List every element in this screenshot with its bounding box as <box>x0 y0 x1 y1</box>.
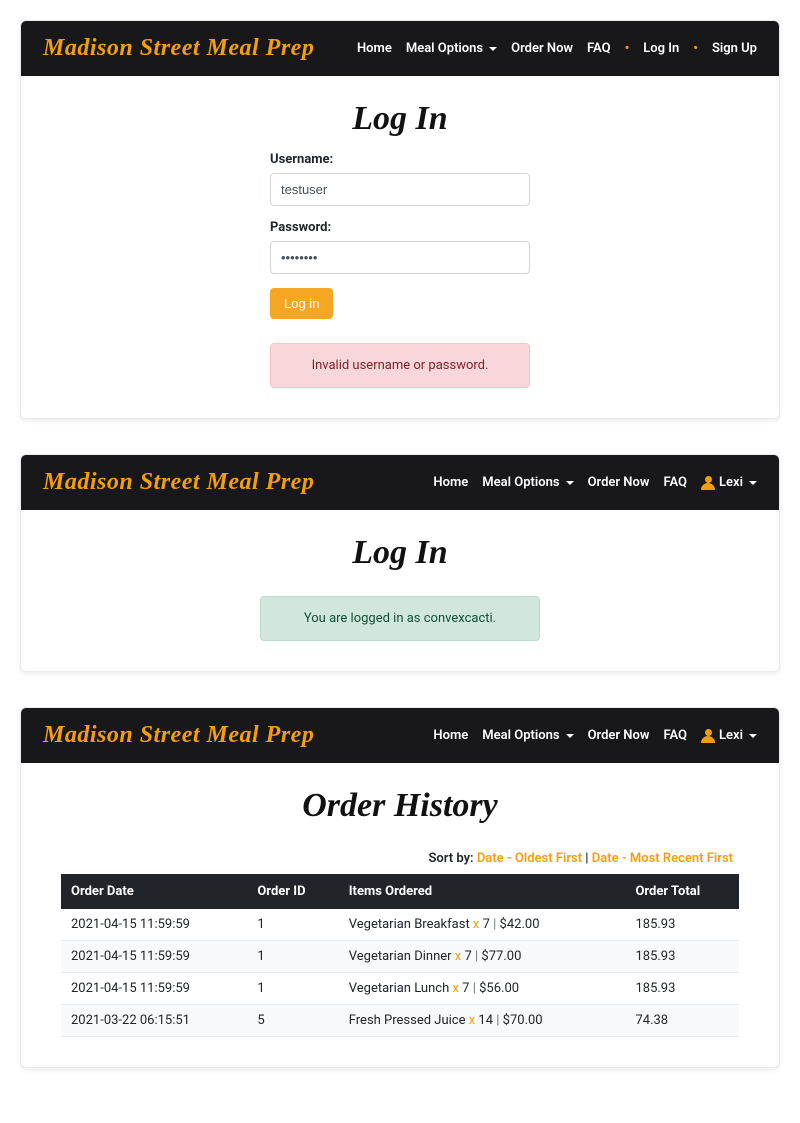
login-error-card: Madison Street Meal Prep Home Meal Optio… <box>20 20 780 419</box>
page-title: Log In <box>61 100 739 138</box>
navbar: Madison Street Meal Prep Home Meal Optio… <box>21 708 779 763</box>
cell-id: 5 <box>247 1005 338 1037</box>
cell-id: 1 <box>247 909 338 941</box>
nav-links: Home Meal Options Order Now FAQ Lexi <box>433 728 757 743</box>
password-label: Password: <box>270 220 530 235</box>
navbar: Madison Street Meal Prep Home Meal Optio… <box>21 21 779 76</box>
nav-order-now[interactable]: Order Now <box>588 728 650 743</box>
sort-label: Sort by: <box>428 851 473 866</box>
login-button[interactable]: Log in <box>270 288 333 319</box>
login-success-container: Log In You are logged in as convexcacti. <box>21 510 779 671</box>
nav-links: Home Meal Options Order Now FAQ Lexi <box>433 475 757 490</box>
login-success-card: Madison Street Meal Prep Home Meal Optio… <box>20 454 780 672</box>
cell-total: 185.93 <box>625 941 739 973</box>
cell-items: Vegetarian Breakfast x 7 | $42.00 <box>339 909 626 941</box>
nav-user-menu[interactable]: Lexi <box>701 728 757 743</box>
order-history-container: Order History Sort by: Date - Oldest Fir… <box>21 763 779 1067</box>
cell-total: 185.93 <box>625 973 739 1005</box>
page-title: Order History <box>61 787 739 825</box>
page-title: Log In <box>61 534 739 572</box>
cell-id: 1 <box>247 973 338 1005</box>
col-total: Order Total <box>625 874 739 909</box>
cell-items: Vegetarian Dinner x 7 | $77.00 <box>339 941 626 973</box>
nav-faq[interactable]: FAQ <box>663 728 687 743</box>
cell-date: 2021-04-15 11:59:59 <box>61 941 247 973</box>
brand-logo[interactable]: Madison Street Meal Prep <box>43 469 314 496</box>
navbar: Madison Street Meal Prep Home Meal Optio… <box>21 455 779 510</box>
nav-faq[interactable]: FAQ <box>663 475 687 490</box>
nav-home[interactable]: Home <box>357 41 392 56</box>
chevron-down-icon <box>566 481 574 485</box>
username-input[interactable] <box>270 173 530 206</box>
nav-faq[interactable]: FAQ <box>587 41 611 56</box>
nav-order-now[interactable]: Order Now <box>511 41 573 56</box>
cell-items: Vegetarian Lunch x 7 | $56.00 <box>339 973 626 1005</box>
cell-date: 2021-04-15 11:59:59 <box>61 973 247 1005</box>
nav-log-in[interactable]: Log In <box>643 41 679 56</box>
dot-icon: • <box>693 41 698 56</box>
nav-user-menu[interactable]: Lexi <box>701 475 757 490</box>
brand-logo[interactable]: Madison Street Meal Prep <box>43 35 314 62</box>
col-order-id: Order ID <box>247 874 338 909</box>
nav-home[interactable]: Home <box>433 728 468 743</box>
sort-newest-link[interactable]: Date - Most Recent First <box>592 851 733 866</box>
user-icon <box>701 729 715 743</box>
sort-controls: Sort by: Date - Oldest First | Date - Mo… <box>61 851 733 866</box>
nav-meal-options[interactable]: Meal Options <box>482 728 573 743</box>
chevron-down-icon <box>749 734 757 738</box>
sort-oldest-link[interactable]: Date - Oldest First <box>477 851 582 866</box>
cell-items: Fresh Pressed Juice x 14 | $70.00 <box>339 1005 626 1037</box>
nav-home[interactable]: Home <box>433 475 468 490</box>
user-icon <box>701 476 715 490</box>
cell-total: 185.93 <box>625 909 739 941</box>
password-input[interactable] <box>270 241 530 274</box>
nav-sign-up[interactable]: Sign Up <box>712 41 757 56</box>
username-label: Username: <box>270 152 530 167</box>
brand-logo[interactable]: Madison Street Meal Prep <box>43 722 314 749</box>
nav-links: Home Meal Options Order Now FAQ • Log In… <box>357 41 757 56</box>
col-items: Items Ordered <box>339 874 626 909</box>
success-alert: You are logged in as convexcacti. <box>260 596 540 641</box>
table-row: 2021-03-22 06:15:515Fresh Pressed Juice … <box>61 1005 739 1037</box>
cell-date: 2021-03-22 06:15:51 <box>61 1005 247 1037</box>
error-alert: Invalid username or password. <box>270 343 530 388</box>
cell-total: 74.38 <box>625 1005 739 1037</box>
table-row: 2021-04-15 11:59:591Vegetarian Breakfast… <box>61 909 739 941</box>
nav-meal-options[interactable]: Meal Options <box>482 475 573 490</box>
chevron-down-icon <box>749 481 757 485</box>
table-row: 2021-04-15 11:59:591Vegetarian Dinner x … <box>61 941 739 973</box>
order-history-card: Madison Street Meal Prep Home Meal Optio… <box>20 707 780 1068</box>
dot-icon: • <box>625 41 630 56</box>
orders-table: Order Date Order ID Items Ordered Order … <box>61 874 739 1037</box>
cell-date: 2021-04-15 11:59:59 <box>61 909 247 941</box>
table-row: 2021-04-15 11:59:591Vegetarian Lunch x 7… <box>61 973 739 1005</box>
login-form-container: Log In Username: Password: Log in Invali… <box>21 76 779 418</box>
nav-meal-options[interactable]: Meal Options <box>406 41 497 56</box>
cell-id: 1 <box>247 941 338 973</box>
chevron-down-icon <box>566 734 574 738</box>
chevron-down-icon <box>489 47 497 51</box>
col-order-date: Order Date <box>61 874 247 909</box>
nav-order-now[interactable]: Order Now <box>588 475 650 490</box>
